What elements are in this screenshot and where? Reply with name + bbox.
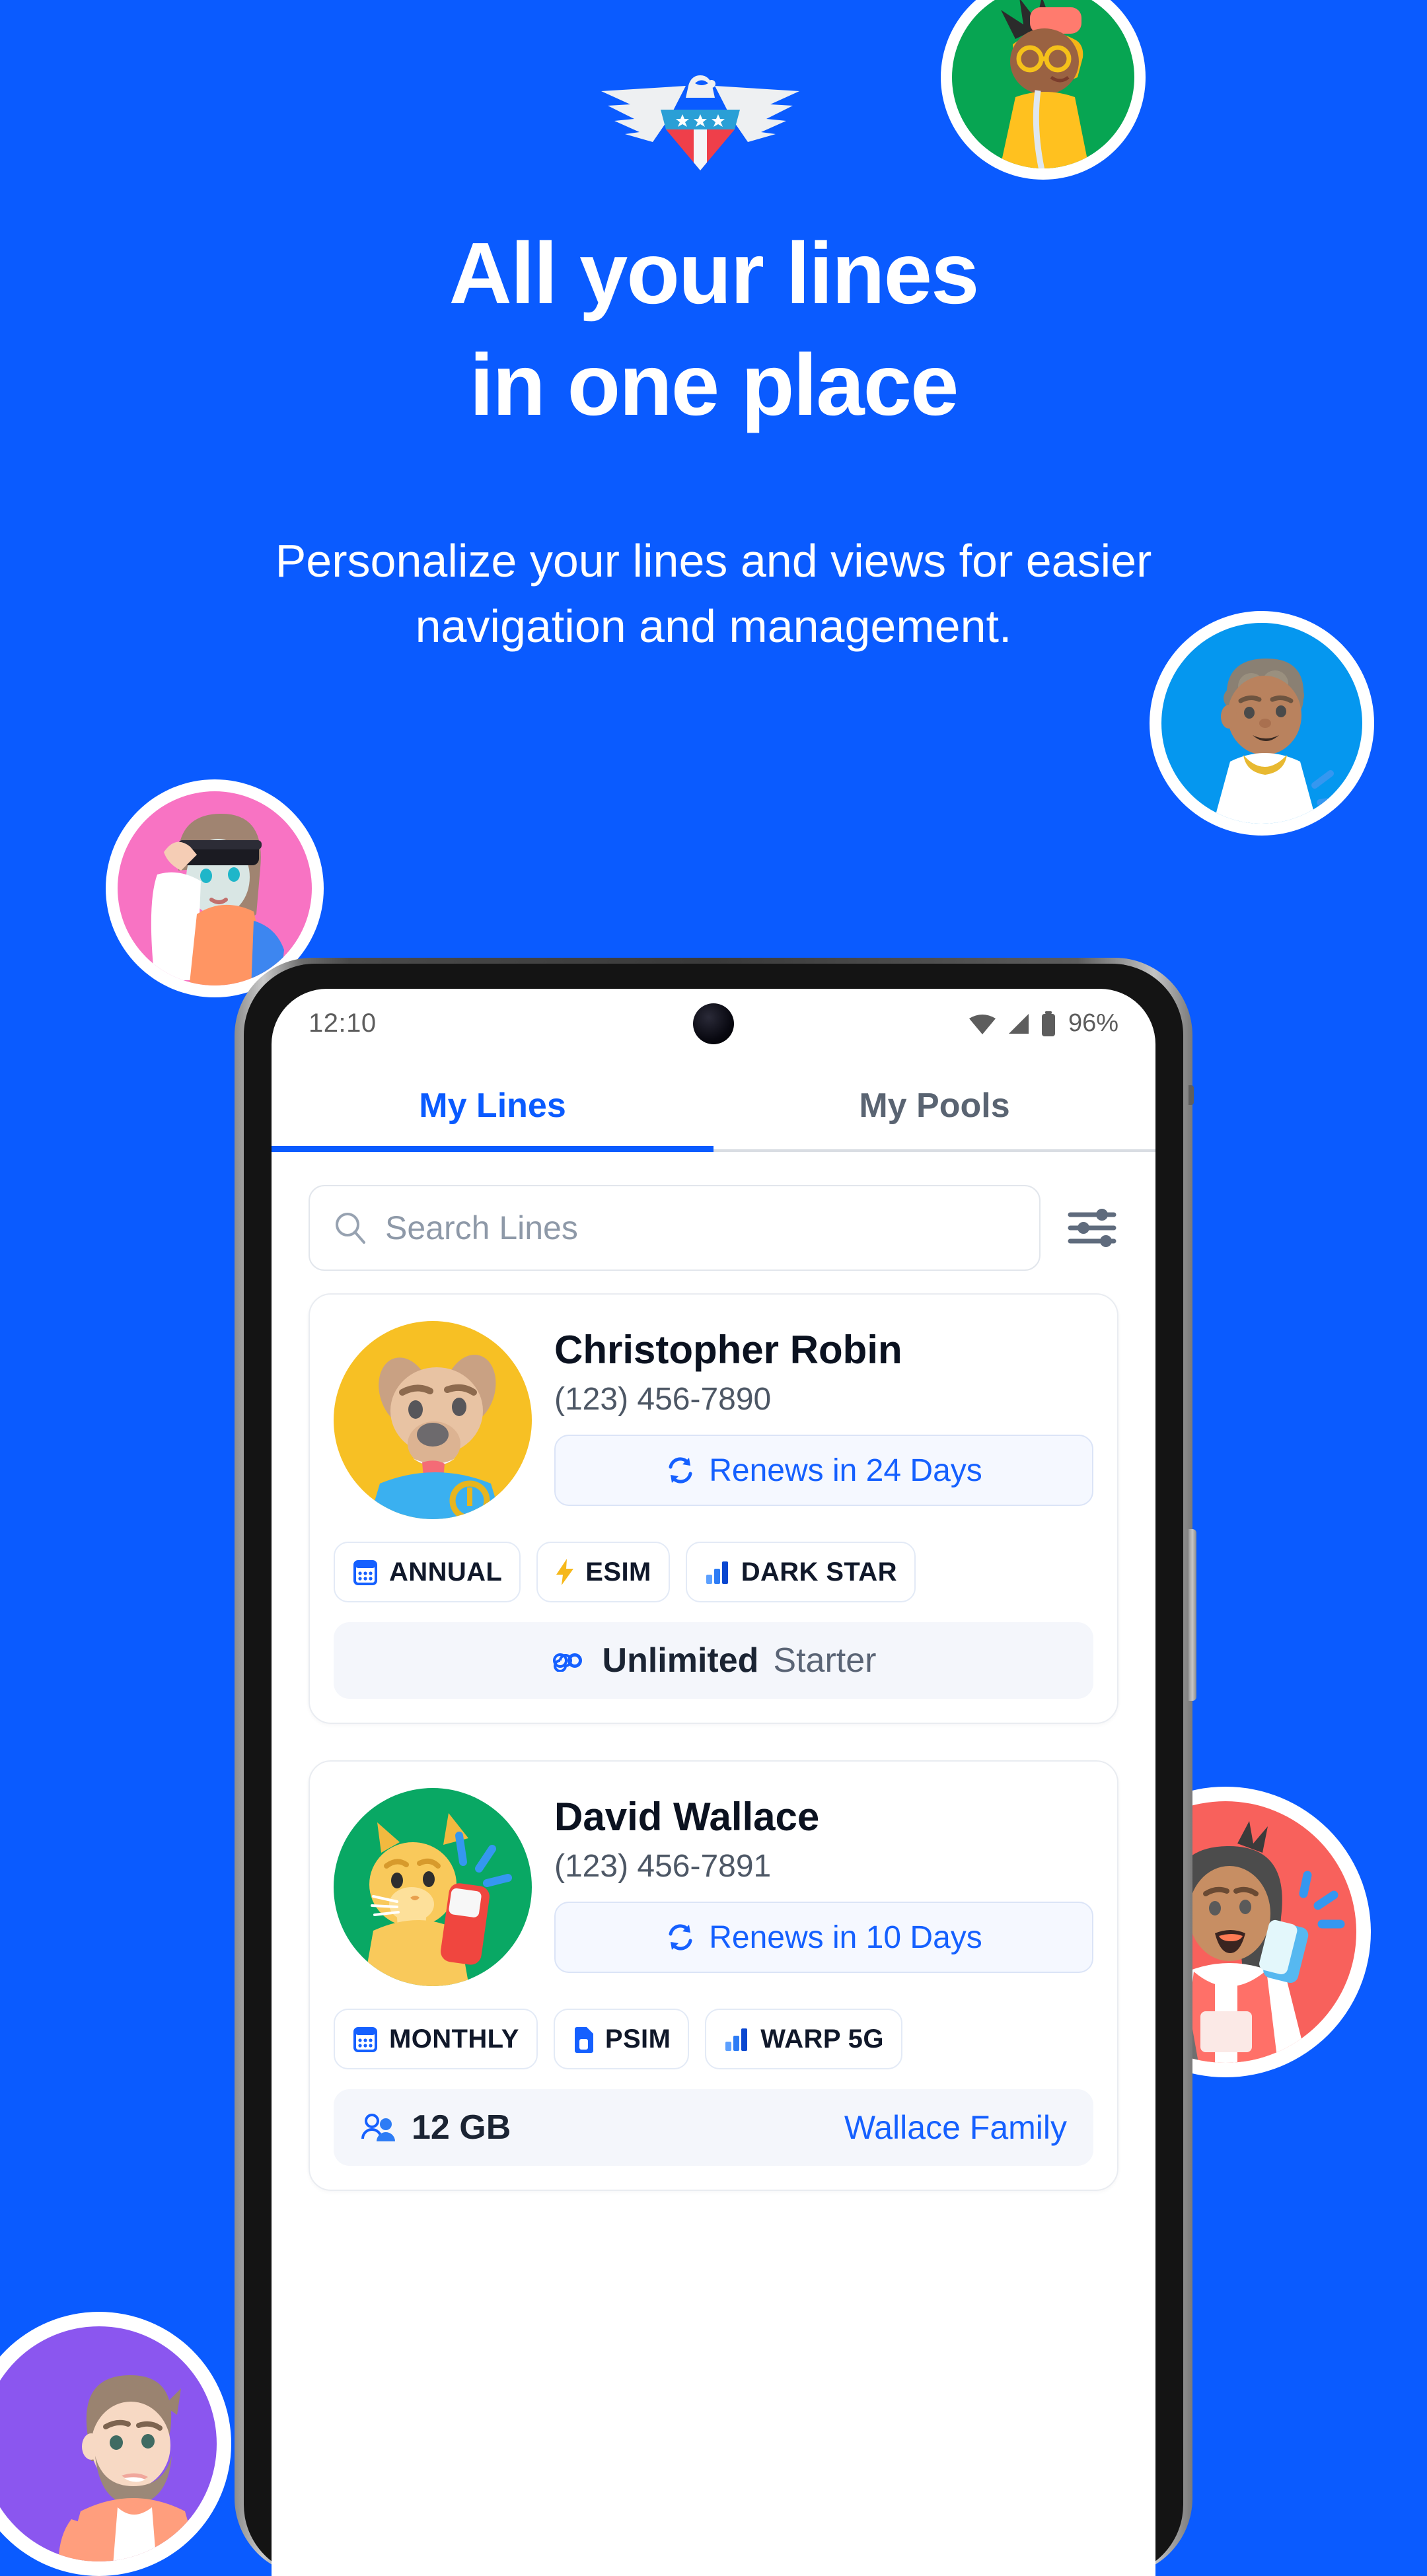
chip-network[interactable]: WARP 5G	[705, 2009, 902, 2069]
chip-network[interactable]: DARK STAR	[685, 1542, 916, 1602]
page-headline: All your lines in one place	[0, 218, 1427, 441]
plan-name: Unlimited	[602, 1641, 759, 1680]
headline-line-1: All your lines	[449, 225, 980, 322]
chip-row: ANNUAL ESIM DARK STAR	[334, 1542, 1093, 1602]
contact-name: Christopher Robin	[554, 1328, 902, 1372]
filter-sliders-icon[interactable]	[1066, 1201, 1118, 1254]
chip-billing-cycle[interactable]: ANNUAL	[334, 1542, 521, 1602]
plan-tier: Starter	[773, 1641, 877, 1680]
search-row: Search Lines	[272, 1152, 1155, 1293]
headline-line-2: in one place	[469, 336, 959, 433]
infinity-icon	[551, 1649, 588, 1672]
phone-screen: 12:10 96% My Lines My Pools Search Lines…	[272, 989, 1155, 2576]
plan-row[interactable]: 12 GB Wallace Family	[334, 2089, 1093, 2166]
bars-icon	[723, 2026, 750, 2052]
people-icon	[360, 2112, 397, 2143]
plan-row[interactable]: Unlimited Starter	[334, 1622, 1093, 1699]
renew-badge[interactable]: Renews in 10 Days	[554, 1902, 1093, 1974]
search-placeholder: Search Lines	[385, 1209, 578, 1246]
search-icon	[334, 1211, 368, 1245]
chip-label: ANNUAL	[389, 1557, 503, 1587]
renew-icon	[665, 1922, 696, 1952]
renew-label: Renews in 24 Days	[709, 1452, 982, 1488]
contact-name: David Wallace	[554, 1795, 820, 1839]
chip-label: WARP 5G	[760, 2024, 884, 2054]
camera-punch-hole	[693, 1003, 734, 1044]
sim-icon	[572, 2024, 595, 2054]
contact-phone: (123) 456-7890	[554, 1382, 772, 1417]
tab-my-pools[interactable]: My Pools	[714, 1058, 1155, 1152]
search-input[interactable]: Search Lines	[309, 1185, 1041, 1271]
dog-avatar	[334, 1321, 532, 1519]
tab-bar: My Lines My Pools	[272, 1058, 1155, 1152]
signal-icon	[1006, 1013, 1031, 1035]
phone-bezel: 12:10 96% My Lines My Pools Search Lines…	[244, 964, 1183, 2576]
tab-active-underline	[272, 1146, 714, 1152]
chip-label: PSIM	[604, 2024, 671, 2054]
chip-sim-type[interactable]: PSIM	[553, 2009, 690, 2069]
bolt-icon	[555, 1557, 575, 1587]
status-bar: 12:10 96%	[272, 989, 1155, 1058]
chip-label: MONTHLY	[389, 2024, 519, 2054]
avatar-bubble-cyan	[1150, 611, 1374, 836]
plan-data-amount: 12 GB	[412, 2108, 511, 2147]
status-time: 12:10	[309, 1009, 377, 1038]
bars-icon	[704, 1559, 731, 1585]
line-card[interactable]: Christopher Robin (123) 456-7890 Renews …	[309, 1293, 1118, 1724]
eagle-shield-logo	[595, 66, 806, 172]
chip-label: ESIM	[585, 1557, 651, 1587]
page-subheadline: Personalize your lines and views for eas…	[275, 535, 1152, 653]
calendar-icon	[352, 2024, 379, 2054]
phone-mockup: 12:10 96% My Lines My Pools Search Lines…	[235, 958, 1196, 2576]
chip-billing-cycle[interactable]: MONTHLY	[334, 2009, 538, 2069]
contact-phone: (123) 456-7891	[554, 1849, 772, 1884]
phone-volume-button[interactable]	[1189, 1085, 1194, 1105]
renew-badge[interactable]: Renews in 24 Days	[554, 1435, 1093, 1507]
wifi-icon	[968, 1013, 997, 1035]
calendar-icon	[352, 1557, 379, 1587]
cat-avatar	[334, 1788, 532, 1986]
phone-power-button[interactable]	[1189, 1529, 1196, 1701]
chip-row: MONTHLY PSIM WARP 5G	[334, 2009, 1093, 2069]
battery-percent: 96%	[1068, 1009, 1118, 1037]
battery-icon	[1041, 1011, 1056, 1036]
renew-label: Renews in 10 Days	[709, 1919, 982, 1955]
tab-my-lines[interactable]: My Lines	[272, 1058, 714, 1152]
plan-group-link[interactable]: Wallace Family	[844, 2108, 1067, 2147]
lines-list: Christopher Robin (123) 456-7890 Renews …	[272, 1293, 1155, 2191]
line-card[interactable]: David Wallace (123) 456-7891 Renews in 1…	[309, 1760, 1118, 2191]
avatar-bubble-purple	[0, 2312, 231, 2576]
chip-sim-type[interactable]: ESIM	[536, 1542, 670, 1602]
renew-icon	[665, 1455, 696, 1485]
chip-label: DARK STAR	[741, 1557, 897, 1587]
